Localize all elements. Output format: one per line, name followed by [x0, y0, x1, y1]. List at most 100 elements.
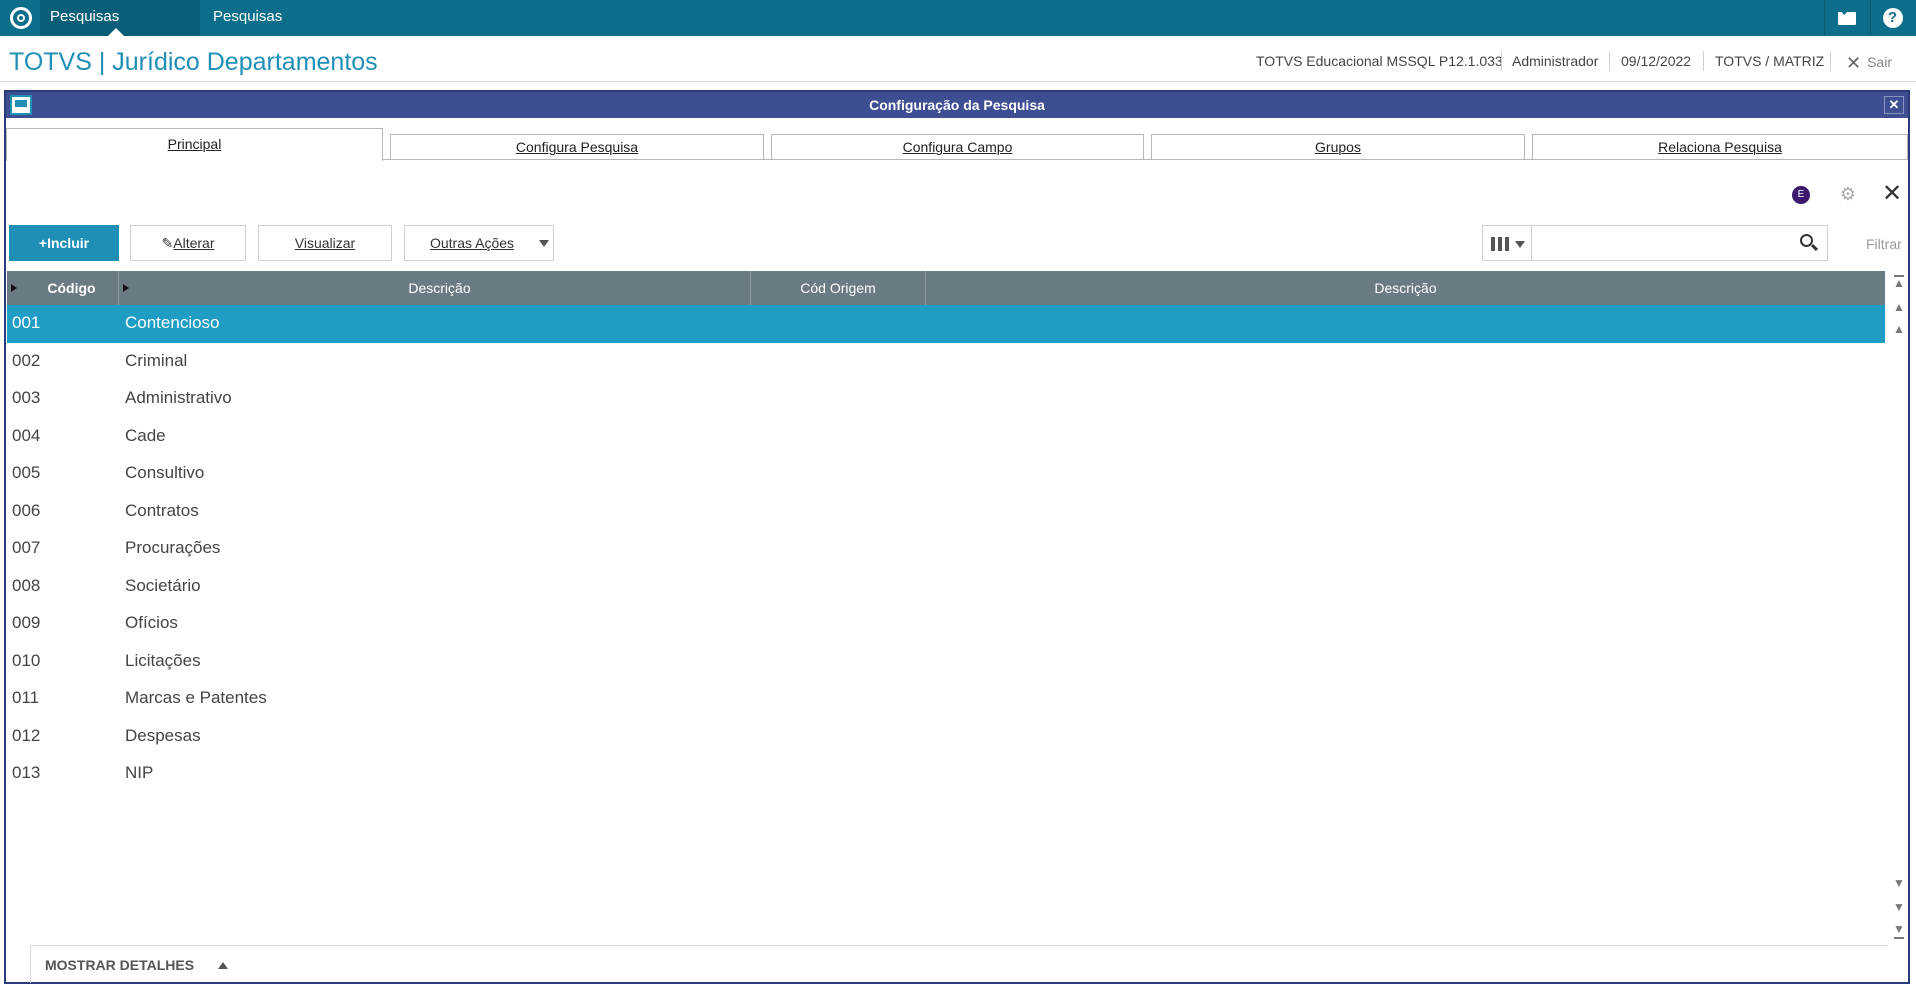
row-code: 005	[12, 463, 41, 482]
row-code: 009	[12, 613, 41, 632]
grid-body: 001 Contencioso 002 Criminal 003 Administra…	[7, 305, 1885, 793]
filter-link[interactable]: Filtrar	[1866, 236, 1902, 252]
row-code: 006	[12, 500, 41, 520]
row-code: 011	[12, 688, 40, 707]
user-name: Administrador	[1512, 53, 1599, 69]
search-box	[1532, 225, 1828, 261]
column-header-codigo[interactable]: Código	[7, 271, 119, 305]
top-tab-1[interactable]: Pesquisas [02.9.0076]×	[40, 0, 200, 59]
include-button[interactable]: +Incluir	[9, 225, 119, 261]
search-input[interactable]	[1536, 228, 1786, 258]
alter-label: Alterar	[173, 235, 215, 251]
row-code: 010	[12, 650, 41, 670]
grid-header: Código Descrição Cód Origem Descrição	[7, 271, 1885, 305]
table-row[interactable]: 009 Ofícios	[7, 605, 1885, 643]
details-footer: MOSTRAR DETALHES	[30, 945, 1888, 983]
row-description: NIP	[125, 763, 154, 782]
help-icon: ?	[1882, 8, 1903, 28]
exit-button[interactable]: ✕ Sair	[1846, 53, 1892, 74]
column-selector-button[interactable]	[1482, 225, 1532, 261]
row-code: 003	[12, 388, 41, 407]
scroll-up-icon[interactable]: ▲	[1890, 318, 1908, 340]
scroll-page-up-icon[interactable]: ▲	[1890, 296, 1908, 318]
alter-button[interactable]: ✎Alterar	[130, 225, 246, 261]
table-row[interactable]: 006 Contratos	[7, 493, 1885, 531]
totvs-logo-icon[interactable]	[10, 7, 32, 29]
table-row[interactable]: 012 Despesas	[7, 718, 1885, 756]
scroll-down-icon[interactable]: ▼	[1890, 872, 1908, 894]
close-icon: ✕	[1846, 53, 1862, 73]
table-row[interactable]: 001 Contencioso	[7, 305, 1885, 343]
help-button[interactable]: ?	[1870, 0, 1914, 36]
view-button[interactable]: Visualizar	[258, 225, 392, 261]
divider	[1501, 51, 1502, 71]
extension-icon[interactable]: E	[1792, 186, 1810, 204]
row-description: Marcas e Patentes	[125, 688, 267, 707]
gear-icon[interactable]: ⚙	[1838, 184, 1858, 204]
scroll-page-down-icon[interactable]: ▼	[1890, 896, 1908, 918]
divider	[1609, 51, 1610, 71]
table-row[interactable]: 002 Criminal	[7, 343, 1885, 381]
dialog-title-bar: Configuração da Pesquisa ✕	[6, 92, 1908, 118]
table-row[interactable]: 011 Marcas e Patentes	[7, 680, 1885, 718]
dialog-title: Configuração da Pesquisa	[869, 97, 1045, 113]
row-description: Licitações	[125, 650, 201, 670]
row-description: Consultivo	[125, 463, 205, 482]
table-row[interactable]: 005 Consultivo	[7, 455, 1885, 493]
row-description: Procurações	[125, 538, 221, 557]
scroll-to-top-icon[interactable]: ▲	[1890, 272, 1908, 294]
row-description: Societário	[125, 575, 201, 595]
top-bar: Pesquisas [02.9.0076]× Pesquisas [02.9.0…	[0, 0, 1916, 59]
column-header-cod-origem[interactable]: Cód Origem	[751, 271, 926, 305]
dialog-tabs: Principal Configura Pesquisa Configura C…	[6, 128, 1908, 161]
dialog-close-button[interactable]: ✕	[1884, 96, 1904, 114]
columns-icon	[1491, 237, 1509, 251]
column-header-descricao-origem[interactable]: Descrição	[926, 271, 1885, 305]
tab-grupos[interactable]: Grupos	[1151, 134, 1525, 160]
divider	[1703, 51, 1704, 71]
row-description: Criminal	[125, 350, 188, 370]
pencil-icon: ✎	[161, 235, 174, 251]
divider	[1830, 51, 1831, 71]
tab-configura-campo[interactable]: Configura Campo	[771, 134, 1144, 160]
table-row[interactable]: 004 Cade	[7, 418, 1885, 456]
row-description: Administrativo	[125, 388, 232, 407]
show-details-toggle[interactable]: MOSTRAR DETALHES	[45, 957, 194, 973]
mail-icon	[1837, 11, 1856, 25]
column-header-descricao[interactable]: Descrição	[119, 271, 751, 305]
chevron-up-icon[interactable]	[218, 962, 228, 969]
row-description: Despesas	[125, 725, 201, 745]
row-code: 007	[12, 538, 41, 557]
top-tab-2[interactable]: Pesquisas [02.9.0076]×	[203, 0, 363, 59]
search-config-dialog: Configuração da Pesquisa ✕ Principal Con…	[4, 90, 1910, 984]
active-tab-caret-icon	[108, 28, 124, 36]
tab-relaciona-pesquisa[interactable]: Relaciona Pesquisa	[1532, 134, 1908, 160]
row-description: Contratos	[125, 500, 199, 520]
table-row[interactable]: 010 Licitações	[7, 643, 1885, 681]
window-icon	[10, 95, 32, 115]
more-actions-button[interactable]: Outras Ações	[404, 225, 554, 261]
row-description: Contencioso	[125, 313, 220, 332]
table-row[interactable]: 008 Societário	[7, 568, 1885, 606]
chevron-down-icon	[1515, 241, 1525, 248]
row-code: 008	[12, 575, 41, 595]
tab-principal[interactable]: Principal	[6, 128, 383, 161]
include-label: Incluir	[47, 235, 90, 251]
row-code: 004	[12, 425, 41, 445]
environment-info: TOTVS Educacional MSSQL P12.1.033	[1256, 53, 1503, 69]
exit-label: Sair	[1867, 54, 1892, 70]
close-icon[interactable]: ✕	[1880, 182, 1904, 206]
table-row[interactable]: 003 Administrativo	[7, 380, 1885, 418]
table-row[interactable]: 013 NIP	[7, 755, 1885, 793]
search-icon[interactable]	[1800, 234, 1813, 247]
row-description: Ofícios	[125, 613, 178, 632]
tab-configura-pesquisa[interactable]: Configura Pesquisa	[390, 134, 764, 160]
scroll-to-bottom-icon[interactable]: ▼	[1890, 918, 1908, 940]
plus-icon: +	[38, 235, 48, 251]
mail-button[interactable]	[1824, 0, 1868, 36]
app-header: TOTVS | Jurídico Departamentos TOTVS Edu…	[0, 36, 1916, 82]
table-row[interactable]: 007 Procurações	[7, 530, 1885, 568]
row-description: Cade	[125, 425, 166, 445]
view-label: Visualizar	[294, 235, 356, 251]
more-actions-label: Outras Ações	[429, 235, 515, 251]
